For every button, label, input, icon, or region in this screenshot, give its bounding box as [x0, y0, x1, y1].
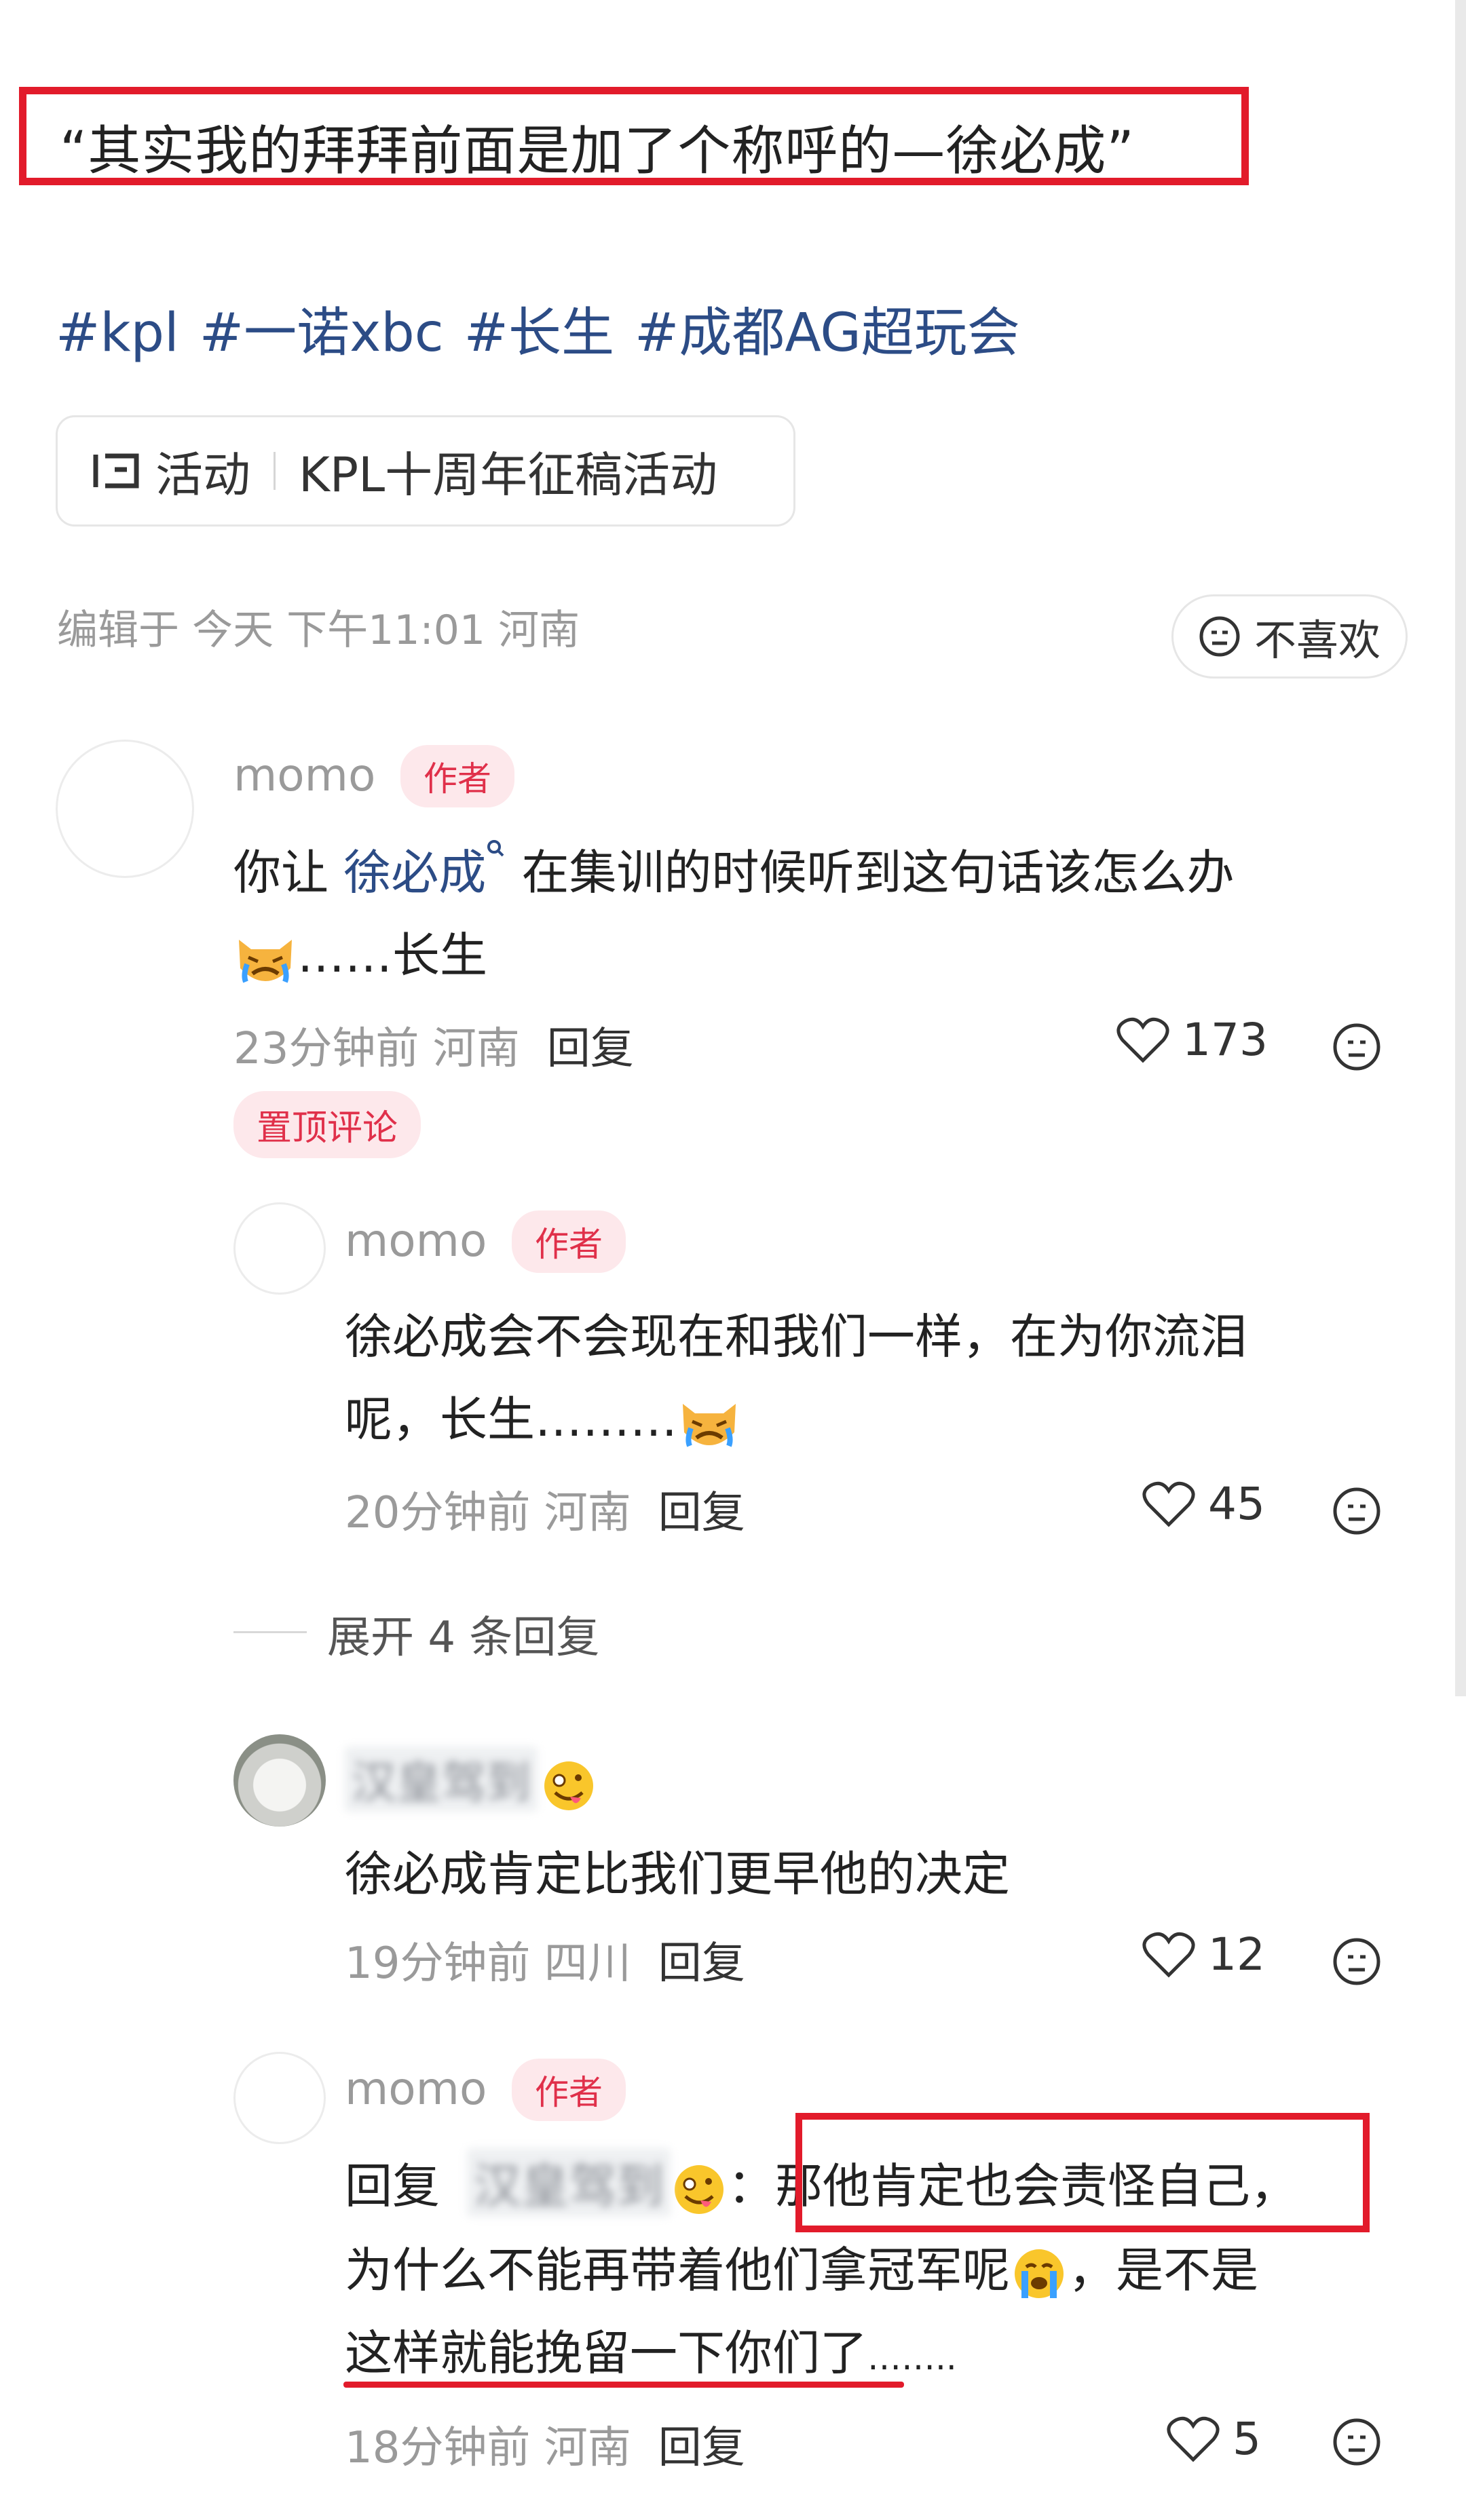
comment-text-line2-text: ……长生 — [297, 928, 487, 983]
reply-prefix: 回复 — [345, 2158, 440, 2214]
reply-text-line2: 为什么不能再带着他们拿冠军呢 ，是不是 — [345, 2232, 1258, 2302]
reply-time-location: 19分钟前 四川 — [345, 1939, 631, 1989]
author-badge: 作者 — [512, 1210, 626, 1273]
activity-divider — [274, 452, 276, 490]
reply-time-location: 18分钟前 河南 — [345, 2423, 631, 2473]
comment-text-line2: ……长生 — [233, 917, 487, 987]
meh-face-icon — [1199, 616, 1240, 657]
reply-text-line2b: ，是不是 — [1068, 2242, 1258, 2298]
comment-text: 你让 徐必成 在集训的时候听到这句话该怎么办 — [233, 835, 1235, 903]
reply-text-line2-text: 呢，长生……… — [345, 1392, 677, 1447]
reply-button[interactable]: 回复 — [547, 1024, 634, 1074]
scrollbar[interactable] — [1455, 0, 1466, 1696]
post-title: “其实我的拜拜前面是加了个称呼的—徐必成” — [60, 121, 1135, 182]
comment-text-suffix: 在集训的时候听到这句话该怎么办 — [506, 845, 1235, 900]
activity-icon — [93, 453, 139, 489]
zany-face-emoji-icon — [544, 1761, 593, 1810]
like-count: 45 — [1208, 1478, 1265, 1530]
reply-button[interactable]: 回复 — [658, 1939, 745, 1989]
comment-time-location: 23分钟前 河南 — [233, 1024, 520, 1074]
hashtag-list: #kpl #一诺xbc #长生 #成都AG超玩会 — [56, 290, 1040, 366]
pinned-comment-badge: 置顶评论 — [233, 1091, 421, 1158]
activity-chip[interactable]: 活动 KPL十周年征稿活动 — [56, 415, 795, 527]
hashtag-chengdu-ag[interactable]: #成都AG超玩会 — [635, 303, 1020, 364]
activity-label: 活动 — [155, 446, 250, 503]
reply-button[interactable]: 回复 — [658, 1488, 745, 1538]
dislike-comment-icon[interactable] — [1332, 1936, 1382, 1987]
heart-icon — [1116, 1017, 1169, 1063]
like-count: 173 — [1182, 1014, 1268, 1066]
dislike-label: 不喜欢 — [1254, 615, 1380, 665]
reply-meta: 18分钟前 河南 回复 — [345, 2413, 745, 2475]
hashtag-kpl[interactable]: #kpl — [56, 303, 179, 364]
avatar[interactable] — [233, 1202, 326, 1295]
heart-icon — [1142, 1481, 1195, 1527]
comment-text-prefix: 你让 — [233, 845, 344, 900]
reply-button[interactable]: 回复 — [658, 2423, 745, 2473]
dislike-button[interactable]: 不喜欢 — [1171, 594, 1408, 679]
search-icon[interactable] — [486, 839, 506, 866]
reply-time-location: 20分钟前 河南 — [345, 1488, 631, 1538]
crying-cat-emoji-icon — [239, 939, 292, 983]
comment-meta: 23分钟前 河南 回复 — [233, 1014, 634, 1076]
expand-replies-button[interactable]: 展开 4 条回复 — [327, 1603, 599, 1665]
like-count: 12 — [1208, 1928, 1265, 1981]
reply-text-line1: 徐必成会不会现在和我们一样，在为你流泪 — [345, 1309, 1247, 1364]
like-button[interactable]: 173 — [1116, 1014, 1268, 1066]
reply-text-line3: 这样就能挽留一下你们了…….. — [345, 2315, 957, 2384]
reply-text-line2a: 为什么不能再带着他们拿冠军呢 — [345, 2242, 1010, 2298]
like-button[interactable]: 12 — [1142, 1928, 1265, 1981]
activity-name: KPL十周年征稿活动 — [299, 446, 718, 503]
underline-annotation — [343, 2382, 904, 2388]
comment-author[interactable]: momo — [233, 749, 375, 801]
highlight-box-annotation — [795, 2113, 1370, 2232]
reply-author[interactable]: momo — [345, 2063, 487, 2115]
reply-text: 徐必成肯定比我们更早他的决定 — [345, 1846, 1010, 1902]
like-count: 5 — [1233, 2413, 1261, 2465]
heart-icon — [1142, 1932, 1195, 1978]
hashtag-yinuo-xbc[interactable]: #一诺xbc — [200, 303, 444, 364]
like-button[interactable]: 45 — [1142, 1478, 1265, 1530]
zany-face-emoji-icon — [675, 2164, 723, 2214]
like-button[interactable]: 5 — [1166, 2413, 1261, 2465]
dislike-comment-icon[interactable] — [1332, 1486, 1382, 1536]
reply-author[interactable]: momo — [345, 1215, 487, 1267]
reply-text-line3-ellipsis: …….. — [867, 2338, 957, 2378]
crying-cat-emoji-icon — [683, 1403, 736, 1447]
dislike-comment-icon[interactable] — [1332, 2417, 1382, 2467]
hashtag-changsheng[interactable]: #长生 — [464, 303, 614, 364]
dislike-comment-icon[interactable] — [1332, 1022, 1382, 1072]
author-badge: 作者 — [400, 745, 514, 807]
loudly-crying-emoji-icon — [1015, 2249, 1064, 2298]
reply-author[interactable]: 汉皇驾到 — [345, 1746, 597, 1814]
post-edit-meta: 编辑于 今天 下午11:01 河南 — [57, 607, 580, 654]
heart-icon — [1167, 2416, 1220, 2462]
author-badge: 作者 — [512, 2059, 626, 2121]
blurred-reply-target[interactable]: 汉皇驾到 — [467, 2148, 671, 2217]
reply-meta: 19分钟前 四川 回复 — [345, 1928, 745, 1991]
avatar[interactable] — [56, 740, 194, 878]
avatar[interactable] — [233, 2052, 326, 2144]
avatar[interactable] — [233, 1734, 326, 1827]
blurred-username: 汉皇驾到 — [345, 1746, 538, 1812]
mention-link[interactable]: 徐必成 — [343, 845, 486, 900]
reply-meta: 20分钟前 河南 回复 — [345, 1478, 745, 1540]
reply-text-line2: 呢，长生……… — [345, 1381, 741, 1451]
reply-text-underlined: 这样就能挽留一下你们了 — [345, 2325, 867, 2381]
expand-divider — [233, 1631, 307, 1633]
